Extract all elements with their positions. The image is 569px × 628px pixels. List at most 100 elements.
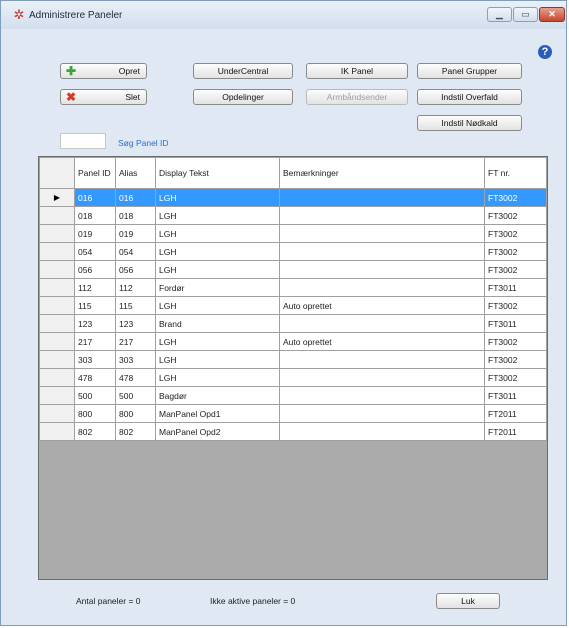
row-header[interactable]	[39, 278, 75, 297]
table-row[interactable]: 303 303 LGH FT3002	[39, 350, 547, 369]
slet-button[interactable]: ✖ Slet	[60, 89, 147, 105]
table-cell[interactable]: 054	[74, 242, 116, 261]
search-input[interactable]	[60, 133, 106, 149]
help-icon[interactable]: ?	[538, 45, 552, 59]
table-row[interactable]: 800 800 ManPanel Opd1 FT2011	[39, 404, 547, 423]
panel-grid[interactable]: Panel ID Alias Display Tekst Bemærkninge…	[38, 156, 548, 580]
minimize-button[interactable]: ▁	[487, 7, 512, 22]
table-cell[interactable]	[279, 188, 485, 207]
table-cell[interactable]: FT3002	[484, 332, 547, 351]
table-cell[interactable]: 019	[74, 224, 116, 243]
table-row[interactable]: ▶ 016 016 LGH FT3002	[39, 188, 547, 207]
table-cell[interactable]: FT2011	[484, 404, 547, 423]
panel-grupper-button[interactable]: Panel Grupper	[417, 63, 522, 79]
indstil-overfald-button[interactable]: Indstil Overfald	[417, 89, 522, 105]
table-cell[interactable]: LGH	[155, 332, 280, 351]
table-row[interactable]: 802 802 ManPanel Opd2 FT2011	[39, 422, 547, 441]
table-cell[interactable]: 115	[74, 296, 116, 315]
table-cell[interactable]: LGH	[155, 206, 280, 225]
table-cell[interactable]: ManPanel Opd2	[155, 422, 280, 441]
table-cell[interactable]: 800	[115, 404, 156, 423]
table-cell[interactable]: 019	[115, 224, 156, 243]
table-cell[interactable]: ManPanel Opd1	[155, 404, 280, 423]
table-row[interactable]: 054 054 LGH FT3002	[39, 242, 547, 261]
table-cell[interactable]: 303	[115, 350, 156, 369]
row-header[interactable]	[39, 332, 75, 351]
opret-button[interactable]: ✚ Opret	[60, 63, 147, 79]
table-cell[interactable]: 123	[115, 314, 156, 333]
table-cell[interactable]: 500	[115, 386, 156, 405]
table-cell[interactable]: LGH	[155, 260, 280, 279]
column-header[interactable]: Display Tekst	[155, 157, 280, 189]
row-header[interactable]	[39, 404, 75, 423]
table-cell[interactable]: 800	[74, 404, 116, 423]
column-header[interactable]: Panel ID	[74, 157, 116, 189]
table-cell[interactable]	[279, 386, 485, 405]
table-cell[interactable]	[279, 314, 485, 333]
table-row[interactable]: 019 019 LGH FT3002	[39, 224, 547, 243]
row-header[interactable]	[39, 422, 75, 441]
table-cell[interactable]: 016	[115, 188, 156, 207]
table-cell[interactable]: FT3002	[484, 260, 547, 279]
table-cell[interactable]: 123	[74, 314, 116, 333]
table-cell[interactable]: 016	[74, 188, 116, 207]
row-header[interactable]	[39, 260, 75, 279]
table-cell[interactable]: 500	[74, 386, 116, 405]
table-cell[interactable]: Auto oprettet	[279, 332, 485, 351]
table-row[interactable]: 056 056 LGH FT3002	[39, 260, 547, 279]
table-cell[interactable]	[279, 422, 485, 441]
column-header[interactable]: Bemærkninger	[279, 157, 485, 189]
ik-panel-button[interactable]: IK Panel	[306, 63, 408, 79]
table-cell[interactable]: 478	[74, 368, 116, 387]
table-cell[interactable]: FT3002	[484, 350, 547, 369]
row-header[interactable]	[39, 314, 75, 333]
table-cell[interactable]: LGH	[155, 188, 280, 207]
undercentral-button[interactable]: UnderCentral	[193, 63, 293, 79]
table-cell[interactable]: LGH	[155, 296, 280, 315]
table-cell[interactable]: FT3002	[484, 224, 547, 243]
armbaandsender-button[interactable]: Armbåndsender	[306, 89, 408, 105]
table-cell[interactable]: FT3002	[484, 206, 547, 225]
table-row[interactable]: 112 112 Fordør FT3011	[39, 278, 547, 297]
table-cell[interactable]: 018	[74, 206, 116, 225]
luk-button[interactable]: Luk	[436, 593, 500, 609]
table-cell[interactable]: FT3002	[484, 368, 547, 387]
row-pointer-icon[interactable]: ▶	[39, 188, 75, 207]
table-cell[interactable]: 217	[74, 332, 116, 351]
table-cell[interactable]: 478	[115, 368, 156, 387]
table-cell[interactable]: FT3002	[484, 242, 547, 261]
table-cell[interactable]: FT3011	[484, 314, 547, 333]
table-cell[interactable]: 802	[115, 422, 156, 441]
table-cell[interactable]: FT3011	[484, 278, 547, 297]
table-row[interactable]: 018 018 LGH FT3002	[39, 206, 547, 225]
table-cell[interactable]: 303	[74, 350, 116, 369]
table-cell[interactable]	[279, 278, 485, 297]
row-header[interactable]	[39, 224, 75, 243]
column-header[interactable]: FT nr.	[484, 157, 547, 189]
table-row[interactable]: 115 115 LGH Auto oprettet FT3002	[39, 296, 547, 315]
table-cell[interactable]: FT3011	[484, 386, 547, 405]
table-cell[interactable]: 054	[115, 242, 156, 261]
table-cell[interactable]: LGH	[155, 368, 280, 387]
table-cell[interactable]: FT3002	[484, 296, 547, 315]
table-cell[interactable]: Fordør	[155, 278, 280, 297]
row-header[interactable]	[39, 386, 75, 405]
close-button[interactable]: ✕	[539, 7, 565, 22]
table-cell[interactable]: 802	[74, 422, 116, 441]
row-header[interactable]	[39, 296, 75, 315]
table-cell[interactable]: 018	[115, 206, 156, 225]
table-cell[interactable]	[279, 242, 485, 261]
table-cell[interactable]: LGH	[155, 224, 280, 243]
row-header[interactable]	[39, 368, 75, 387]
row-header[interactable]	[39, 242, 75, 261]
indstil-noedkald-button[interactable]: Indstil Nødkald	[417, 115, 522, 131]
table-cell[interactable]	[279, 260, 485, 279]
table-cell[interactable]: FT3002	[484, 188, 547, 207]
table-cell[interactable]	[279, 404, 485, 423]
maximize-button[interactable]: ▭	[513, 7, 538, 22]
table-cell[interactable]	[279, 224, 485, 243]
table-cell[interactable]: Brand	[155, 314, 280, 333]
table-cell[interactable]: 217	[115, 332, 156, 351]
column-header[interactable]: Alias	[115, 157, 156, 189]
table-row[interactable]: 500 500 Bagdør FT3011	[39, 386, 547, 405]
